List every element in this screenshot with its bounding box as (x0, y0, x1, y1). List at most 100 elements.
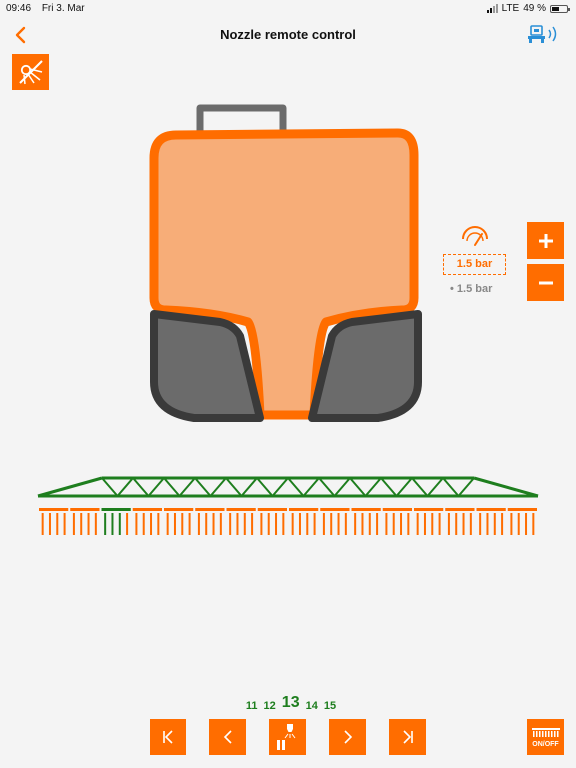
section-number: 13 (281, 694, 300, 711)
nozzle (532, 513, 535, 535)
section-bar (507, 508, 537, 511)
nozzle (72, 513, 75, 535)
next-icon (343, 730, 352, 744)
status-network: LTE (501, 3, 520, 14)
plus-icon (538, 233, 553, 248)
nozzle (111, 513, 114, 535)
nozzle (462, 513, 465, 535)
wheel-right (308, 310, 422, 422)
nozzle (48, 513, 51, 535)
status-battery: 49 % (523, 3, 546, 14)
section-number: 15 (323, 700, 337, 712)
nozzle (493, 513, 496, 535)
nozzle (56, 513, 59, 535)
pressure-gauge-icon (458, 224, 492, 248)
pressure-decrease-button[interactable] (527, 264, 564, 301)
nozzle (368, 513, 371, 535)
nozzle (229, 513, 232, 535)
status-bar: 09:46 Fri 3. Mar LTE 49 % (0, 0, 576, 16)
wheel-left (150, 310, 264, 422)
section-bar (351, 508, 381, 511)
nozzle (392, 513, 395, 535)
section-indicator: 11 12 13 14 15 (236, 692, 346, 712)
nozzle (438, 513, 441, 535)
nozzle (517, 513, 520, 535)
nozzle (243, 513, 246, 535)
section-bar (164, 508, 194, 511)
nozzle (431, 513, 434, 535)
page-title: Nozzle remote control (220, 27, 356, 42)
status-time: 09:46 (6, 3, 32, 14)
status-left: 09:46 Fri 3. Mar (6, 3, 93, 14)
skip-to-first-icon (163, 730, 173, 744)
previous-section-button[interactable] (209, 719, 246, 755)
status-date: Fri 3. Mar (41, 3, 85, 14)
pressure-current: 1.5 bar (443, 254, 506, 275)
terminal-connection-button[interactable] (526, 22, 562, 48)
section-bar (414, 508, 444, 511)
section-bar (101, 508, 131, 511)
nozzle (260, 513, 263, 535)
previous-icon (223, 730, 232, 744)
nozzle (94, 513, 97, 535)
nozzle (275, 513, 278, 535)
nozzle (150, 513, 153, 535)
nozzle (157, 513, 160, 535)
sprayer-tank-diagram (148, 100, 424, 422)
nozzle (181, 513, 184, 535)
nozzle-pause-button[interactable] (269, 719, 306, 755)
nozzle (510, 513, 513, 535)
all-nozzles-icon (531, 727, 560, 737)
nozzle (385, 513, 388, 535)
nozzle (212, 513, 215, 535)
section-bar (289, 508, 319, 511)
terminal-connection-icon (528, 25, 557, 43)
section-bar (132, 508, 162, 511)
nozzle (344, 513, 347, 535)
nozzle (135, 513, 138, 535)
section-number: 14 (305, 700, 318, 712)
nozzle (469, 513, 472, 535)
nozzle (337, 513, 340, 535)
section-bar (382, 508, 412, 511)
nozzle (313, 513, 316, 535)
nozzle (142, 513, 145, 535)
last-section-button[interactable] (389, 719, 426, 755)
section-bar (476, 508, 506, 511)
nozzle (197, 513, 200, 535)
nozzle (376, 513, 379, 535)
section-bar (70, 508, 100, 511)
signal-icon (486, 4, 498, 13)
pressure-increase-button[interactable] (527, 222, 564, 259)
first-section-button[interactable] (150, 719, 186, 755)
section-bar (257, 508, 287, 511)
skip-to-last-icon (402, 730, 413, 744)
nozzle (354, 513, 357, 535)
nozzle-off-icon (18, 60, 43, 85)
nozzle-toggle-button[interactable] (12, 54, 49, 90)
section-bar (445, 508, 475, 511)
boom-diagram (32, 472, 542, 542)
nozzle (407, 513, 410, 535)
nozzle (479, 513, 482, 535)
nozzle (486, 513, 489, 535)
nav-bar: Nozzle remote control (0, 18, 576, 52)
nozzle (118, 513, 121, 535)
section-bar (195, 508, 225, 511)
nozzle (525, 513, 528, 535)
nozzle (298, 513, 301, 535)
nozzle (423, 513, 426, 535)
tank-cap (196, 104, 287, 132)
onoff-label: ON/OFF (532, 740, 559, 748)
nozzle (291, 513, 294, 535)
onoff-button[interactable]: ON/OFF (527, 719, 564, 755)
nozzle (361, 513, 364, 535)
nozzle (330, 513, 333, 535)
nozzle (322, 513, 325, 535)
nozzle (219, 513, 222, 535)
nozzle (41, 513, 44, 535)
nozzle (501, 513, 504, 535)
next-section-button[interactable] (329, 719, 366, 755)
nozzle (63, 513, 66, 535)
section-bar (320, 508, 350, 511)
